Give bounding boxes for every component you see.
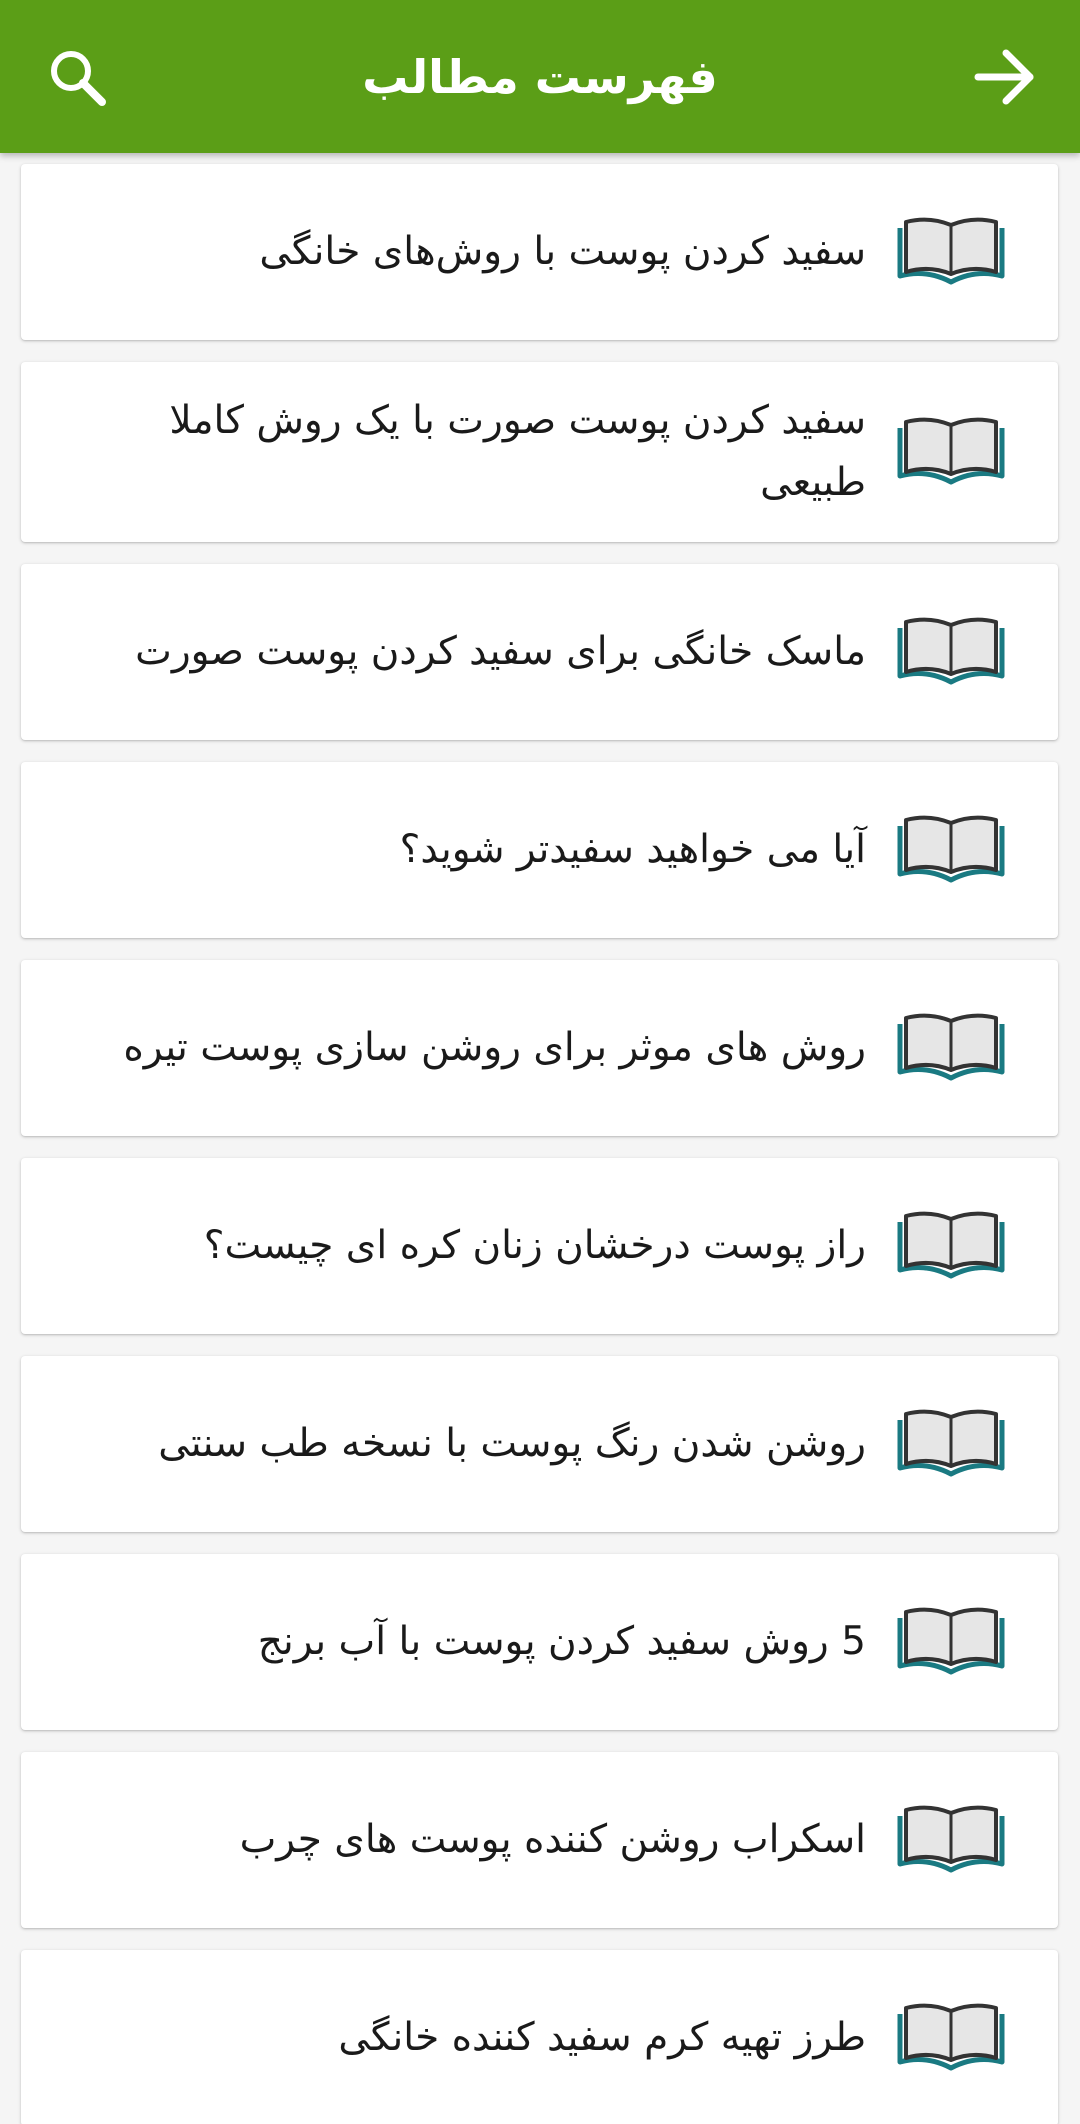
contents-list: سفید کردن پوست با روش‌های خانگی سفید کرد… — [21, 164, 1058, 2124]
list-item-label: روش های موثر برای روشن سازی پوست تیره — [123, 1025, 866, 1070]
list-item[interactable]: طرز تهیه کرم سفید کننده خانگی — [21, 1950, 1058, 2124]
list-item-label: 5 روش سفید کردن پوست با آب برنج — [257, 1619, 866, 1664]
list-item-label: سفید کردن پوست با روش‌های خانگی — [259, 229, 866, 274]
open-book-icon — [896, 1602, 1006, 1682]
search-button[interactable] — [17, 0, 137, 153]
open-book-icon — [896, 1404, 1006, 1484]
app-screen: فهرست مطالب سفید کردن پوست با روش‌های خا… — [0, 0, 1080, 2124]
list-item[interactable]: اسکراب روشن کننده پوست های چرب — [21, 1752, 1058, 1928]
list-item-label: سفید کردن پوست صورت با یک روش کاملا طبیع… — [169, 398, 866, 505]
open-book-icon — [896, 412, 1006, 492]
open-book-icon — [896, 1800, 1006, 1880]
search-icon — [51, 50, 106, 106]
list-item[interactable]: سفید کردن پوست با روش‌های خانگی — [21, 164, 1058, 340]
arrow-right-icon — [974, 49, 1034, 104]
list-item[interactable]: روشن شدن رنگ پوست با نسخه طب سنتی — [21, 1356, 1058, 1532]
list-item-label: آیا می خواهید سفیدتر شوید؟ — [399, 827, 866, 872]
open-book-icon — [896, 212, 1006, 292]
list-item-label: طرز تهیه کرم سفید کننده خانگی — [338, 2015, 866, 2060]
list-item-label: راز پوست درخشان زنان کره ای چیست؟ — [203, 1223, 866, 1268]
back-button[interactable] — [945, 0, 1065, 153]
open-book-icon — [896, 1206, 1006, 1286]
list-item[interactable]: ماسک خانگی برای سفید کردن پوست صورت — [21, 564, 1058, 740]
list-item[interactable]: روش های موثر برای روشن سازی پوست تیره — [21, 960, 1058, 1136]
list-item-label: روشن شدن رنگ پوست با نسخه طب سنتی — [158, 1421, 866, 1466]
list-item-label: اسکراب روشن کننده پوست های چرب — [239, 1817, 866, 1862]
list-item[interactable]: 5 روش سفید کردن پوست با آب برنج — [21, 1554, 1058, 1730]
open-book-icon — [896, 1998, 1006, 2078]
list-item[interactable]: راز پوست درخشان زنان کره ای چیست؟ — [21, 1158, 1058, 1334]
toolbar: فهرست مطالب — [0, 0, 1080, 153]
open-book-icon — [896, 612, 1006, 692]
list-item[interactable]: آیا می خواهید سفیدتر شوید؟ — [21, 762, 1058, 938]
open-book-icon — [896, 1008, 1006, 1088]
open-book-icon — [896, 810, 1006, 890]
page-title: فهرست مطالب — [362, 49, 718, 104]
list-item[interactable]: سفید کردن پوست صورت با یک روش کاملا طبیع… — [21, 362, 1058, 542]
list-item-label: ماسک خانگی برای سفید کردن پوست صورت — [135, 629, 866, 674]
